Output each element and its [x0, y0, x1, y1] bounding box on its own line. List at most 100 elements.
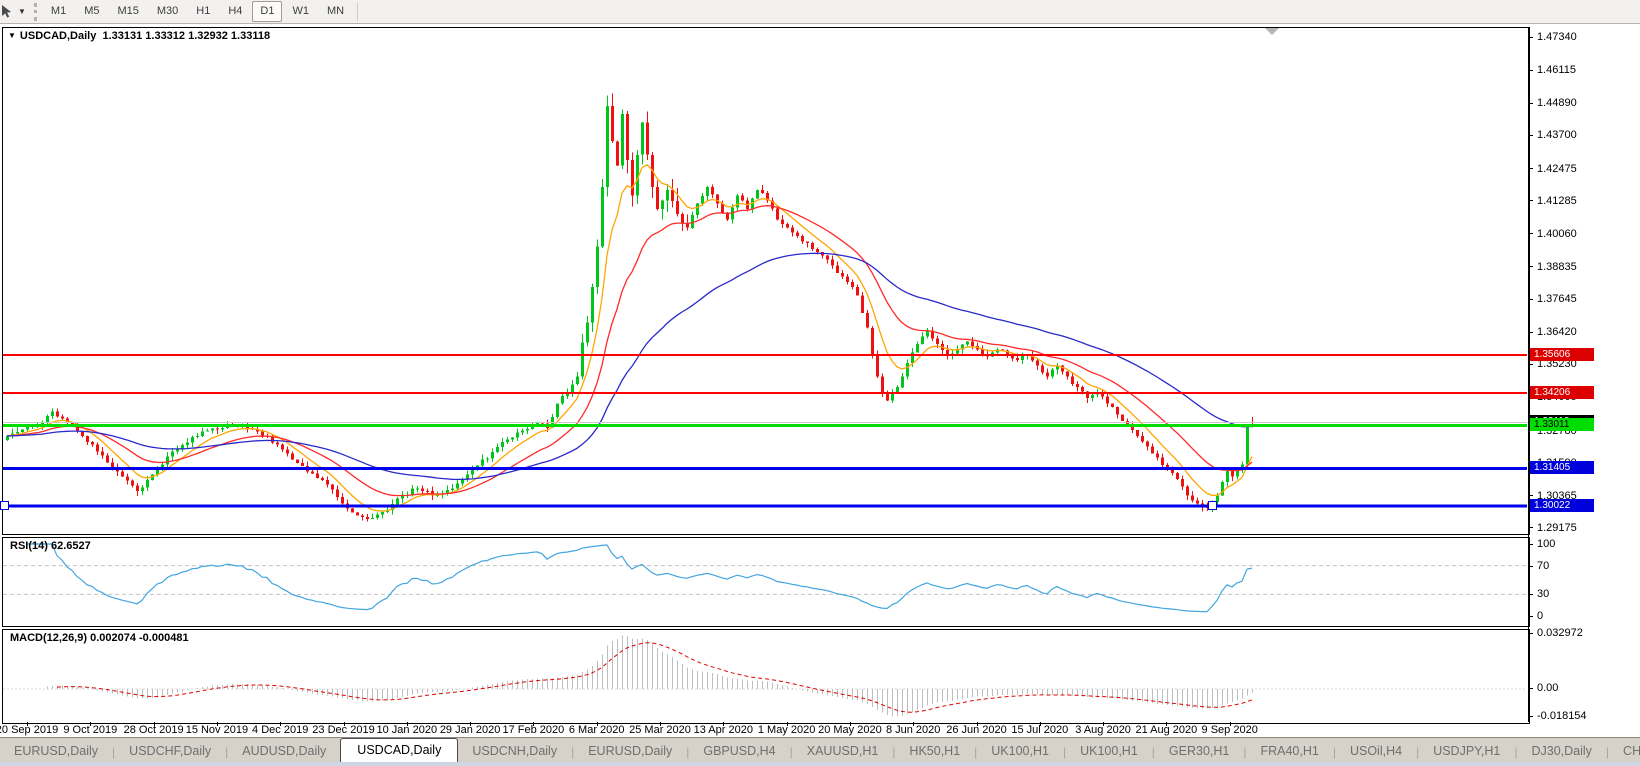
price-axis-label: 1.37645 — [1537, 293, 1577, 306]
price-axis-label: 1.41285 — [1537, 194, 1577, 207]
chart-tab-hk50-h1[interactable]: HK50,H1 — [895, 740, 974, 763]
timeframe-button-m1[interactable]: M1 — [43, 1, 74, 22]
macd-canvas[interactable] — [3, 630, 1527, 721]
chart-tab-gbpusd-h4[interactable]: GBPUSD,H4 — [689, 740, 789, 763]
price-axis-tick — [1528, 36, 1533, 38]
rsi-axis-tick — [1528, 594, 1533, 596]
candlestick-canvas[interactable] — [3, 28, 1527, 532]
timeframe-button-m30[interactable]: M30 — [149, 1, 186, 22]
macd-axis-tick — [1528, 633, 1533, 634]
date-axis-label: 15 Jul 2020 — [1011, 724, 1069, 736]
timeframe-buttons: M1 M5 M15 M30 H1 H4 D1 W1 MN — [42, 1, 353, 22]
toolbar-grip[interactable] — [33, 2, 37, 21]
timeframe-button-d1[interactable]: D1 — [252, 1, 283, 22]
date-axis-label: 23 Dec 2019 — [312, 724, 375, 736]
date-axis-label: 26 Jun 2020 — [946, 724, 1007, 736]
timeframe-button-h1[interactable]: H1 — [188, 1, 218, 22]
timeframe-button-h4[interactable]: H4 — [220, 1, 250, 22]
main-price-chart[interactable] — [2, 27, 1530, 535]
macd-label: MACD(12,26,9) 0.002074 -0.000481 — [10, 632, 189, 644]
price-axis-label: 1.29175 — [1537, 521, 1577, 534]
date-axis-label: 28 Oct 2019 — [123, 724, 184, 736]
price-axis-tick — [1528, 69, 1533, 71]
timeframe-button-m5[interactable]: M5 — [76, 1, 107, 22]
date-axis-label: 25 Mar 2020 — [629, 724, 691, 736]
price-axis-label: 1.46115 — [1537, 64, 1576, 77]
chart-symbol-label: USDCAD,Daily — [19, 30, 97, 42]
chart-tab-china300-h1[interactable]: CHINA300,H1 — [1609, 740, 1640, 763]
rsi-axis-label: 0 — [1537, 610, 1544, 622]
price-axis-tick — [1528, 134, 1533, 136]
chart-tab-uk100-h1[interactable]: UK100,H1 — [1066, 740, 1152, 763]
ohlc-expander-icon[interactable]: ▼ — [8, 31, 16, 40]
price-axis-label: 1.43700 — [1537, 129, 1577, 142]
timeframe-button-w1[interactable]: W1 — [284, 1, 317, 22]
date-axis-label: 20 Sep 2019 — [0, 724, 59, 736]
chart-tab-eurusd-daily[interactable]: EURUSD,Daily — [574, 740, 686, 763]
chart-tab-bar: EURUSD,Daily | USDCHF,Daily | AUDUSD,Daily US… — [0, 737, 1640, 763]
chart-tab-uk100-h1[interactable]: UK100,H1 — [977, 740, 1063, 763]
chart-shift-marker-icon[interactable] — [1265, 28, 1279, 35]
price-axis-tick — [1528, 298, 1533, 300]
timeframe-button-m15[interactable]: M15 — [109, 1, 146, 22]
price-axis-border — [1528, 27, 1529, 722]
hline-drag-handle[interactable] — [1208, 501, 1217, 511]
price-axis-label: 1.44890 — [1537, 97, 1577, 110]
chart-tab-xauusd-h1[interactable]: XAUUSD,H1 — [793, 740, 893, 763]
macd-indicator-pane[interactable] — [2, 629, 1530, 724]
price-axis-label: 1.36420 — [1537, 326, 1577, 339]
date-axis-label: 1 May 2020 — [757, 724, 816, 736]
rsi-axis-label: 100 — [1537, 538, 1556, 550]
price-tag-1.30022: 1.30022 — [1530, 498, 1594, 512]
rsi-axis-label: 30 — [1537, 588, 1550, 601]
date-axis-label: 8 Jun 2020 — [885, 724, 941, 736]
cursor-tool-dropdown-caret[interactable]: ▼ — [16, 7, 32, 16]
chart-tab-usoil-h4[interactable]: USOil,H4 — [1336, 740, 1416, 763]
price-axis-tick — [1528, 266, 1533, 268]
chart-tab-usdchf-daily[interactable]: USDCHF,Daily — [115, 740, 225, 763]
date-axis-label: 20 May 2020 — [818, 724, 882, 736]
trading-terminal-window: ▼ M1 M5 M15 M30 H1 H4 D1 W1 MN ▼ USDCAD,Daily 1.3… — [0, 0, 1640, 766]
price-axis-tick — [1528, 495, 1533, 497]
date-axis-label: 6 Mar 2020 — [568, 724, 625, 736]
chart-tab-dj30-daily[interactable]: DJ30,Daily — [1517, 740, 1605, 763]
price-axis-label: 1.40060 — [1537, 227, 1577, 240]
chart-tab-usdcad-daily[interactable]: USDCAD,Daily — [340, 738, 459, 763]
price-tag-1.33011: 1.33011 — [1530, 417, 1594, 431]
macd-axis-label: -0.018154 — [1537, 710, 1587, 722]
date-axis-label: 9 Sep 2020 — [1201, 724, 1258, 736]
price-axis-label: 1.42475 — [1537, 162, 1577, 175]
rsi-canvas[interactable] — [3, 538, 1527, 624]
price-tag-1.34206: 1.34206 — [1530, 385, 1594, 399]
date-axis-label: 9 Oct 2019 — [63, 724, 118, 736]
cursor-tool-icon[interactable] — [0, 2, 16, 22]
chart-tab-eurusd-daily[interactable]: EURUSD,Daily — [0, 740, 112, 763]
timeframe-button-mn[interactable]: MN — [319, 1, 352, 22]
date-axis-label: 15 Nov 2019 — [185, 724, 249, 736]
rsi-axis-tick — [1528, 565, 1533, 567]
macd-axis-tick — [1528, 688, 1533, 689]
rsi-indicator-pane[interactable] — [2, 537, 1530, 627]
macd-axis-tick — [1528, 716, 1533, 717]
price-axis-tick — [1528, 168, 1533, 169]
chart-tab-usdjpy-h1[interactable]: USDJPY,H1 — [1419, 740, 1514, 763]
date-axis-label: 17 Feb 2020 — [502, 724, 565, 736]
rsi-axis-label: 70 — [1537, 559, 1550, 572]
window-bottom-edge — [0, 762, 1640, 766]
chart-tab-ger30-h1[interactable]: GER30,H1 — [1155, 740, 1243, 763]
rsi-label: RSI(14) 62.6527 — [10, 540, 91, 552]
price-axis-tick — [1528, 363, 1533, 365]
rsi-axis-tick — [1528, 616, 1533, 617]
timeframe-toolbar: ▼ M1 M5 M15 M30 H1 H4 D1 W1 MN — [0, 0, 1640, 24]
macd-axis-label: 0.032972 — [1537, 627, 1583, 639]
date-axis-label: 13 Apr 2020 — [693, 724, 753, 736]
chart-tab-usdcnh-daily[interactable]: USDCNH,Daily — [458, 740, 571, 763]
chart-tab-fra40-h1[interactable]: FRA40,H1 — [1246, 740, 1332, 763]
price-axis-tick — [1528, 527, 1533, 529]
hline-drag-handle[interactable] — [0, 501, 9, 511]
price-axis-tick — [1528, 102, 1533, 104]
price-tag-1.31405: 1.31405 — [1530, 461, 1594, 475]
price-tag-1.35606: 1.35606 — [1530, 347, 1594, 361]
rsi-axis-tick — [1528, 544, 1533, 545]
chart-tab-audusd-daily[interactable]: AUDUSD,Daily — [228, 740, 340, 763]
